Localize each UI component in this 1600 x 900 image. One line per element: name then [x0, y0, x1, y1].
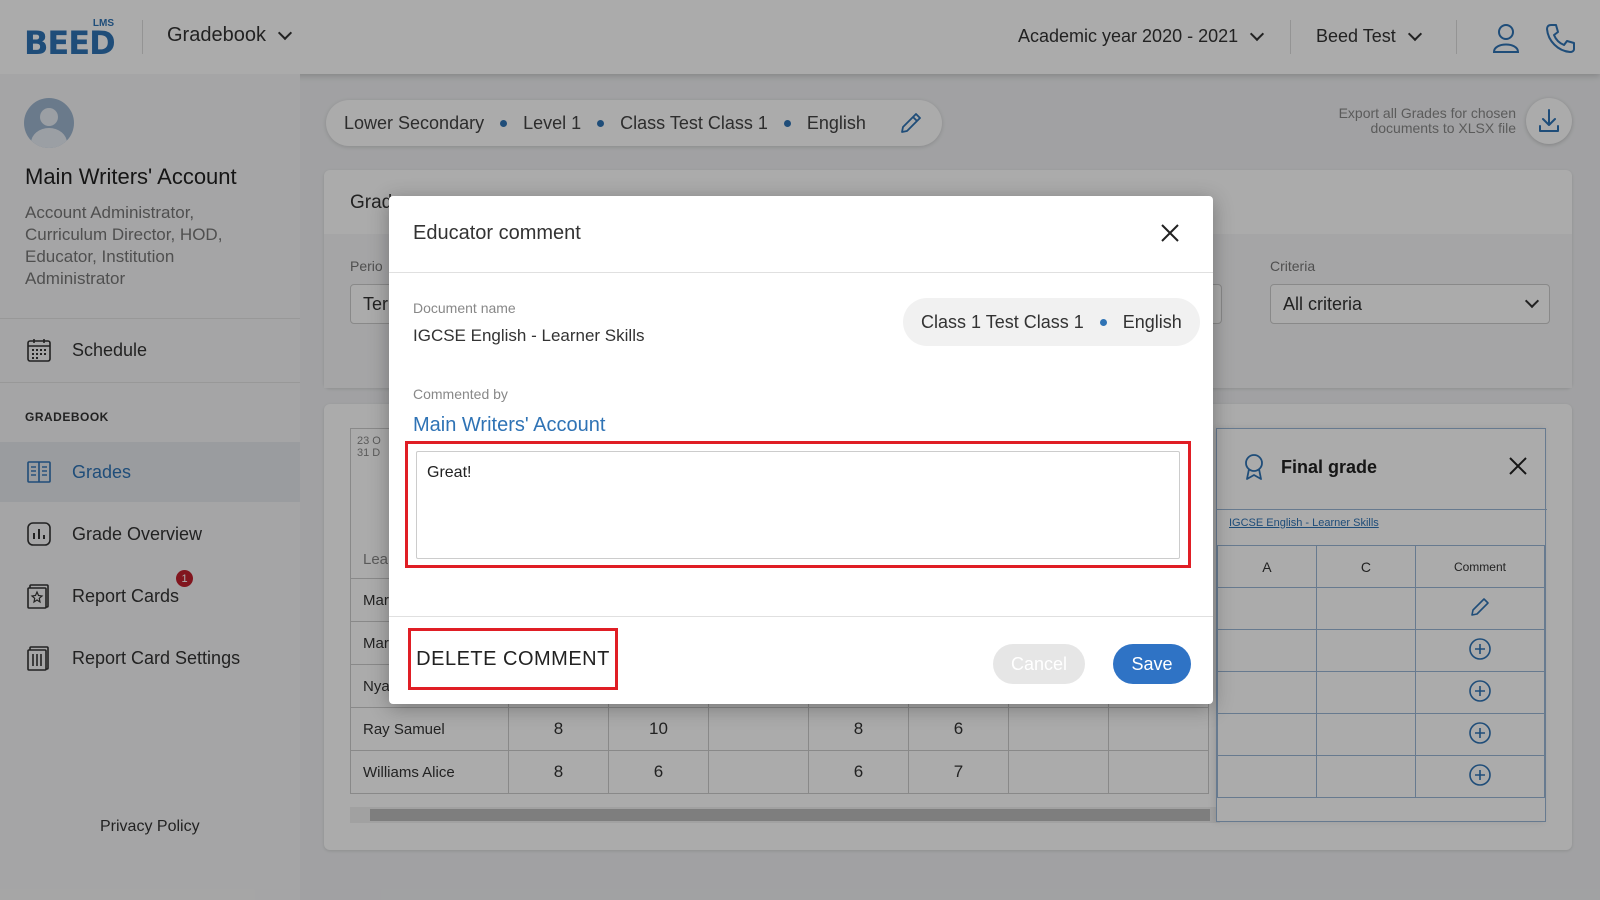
delete-comment-button[interactable]: DELETE COMMENT	[411, 631, 615, 687]
comment-textarea[interactable]: Great!	[416, 451, 1180, 559]
commented-by-label: Commented by	[413, 386, 508, 402]
class-name: Class 1 Test Class 1	[921, 311, 1084, 332]
highlight-box: Great!	[405, 441, 1191, 568]
dot-separator	[1099, 318, 1107, 326]
highlight-box: DELETE COMMENT	[408, 628, 618, 690]
cancel-button[interactable]: Cancel	[993, 644, 1085, 684]
divider	[389, 616, 1213, 617]
dialog-title: Educator comment	[413, 222, 581, 244]
class-subject-pill: Class 1 Test Class 1 English	[903, 298, 1200, 346]
educator-comment-dialog: Educator comment Document name IGCSE Eng…	[389, 196, 1213, 704]
document-name: IGCSE English - Learner Skills	[413, 326, 645, 345]
comment-author[interactable]: Main Writers' Account	[413, 414, 605, 437]
document-name-label: Document name	[413, 300, 516, 316]
close-icon[interactable]	[1159, 222, 1181, 244]
save-button[interactable]: Save	[1113, 644, 1191, 684]
divider	[389, 272, 1213, 273]
subject-name: English	[1122, 311, 1182, 332]
